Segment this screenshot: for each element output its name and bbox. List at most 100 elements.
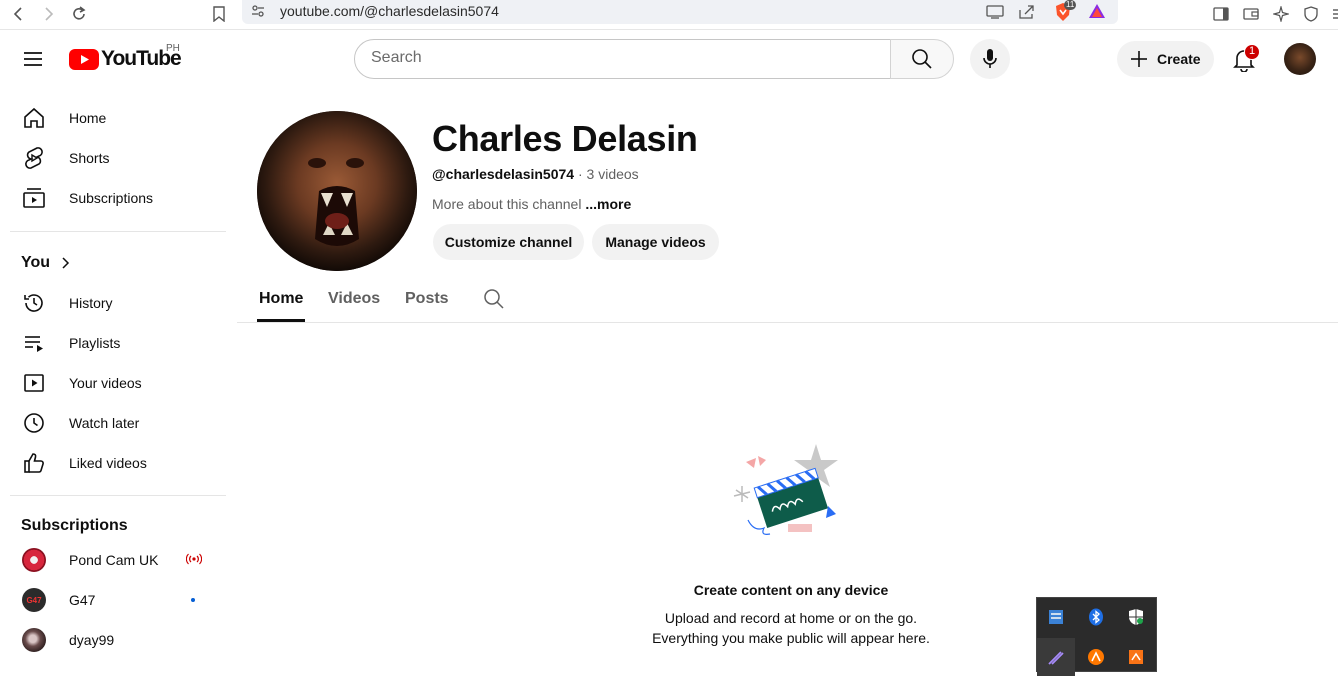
channel-meta: @charlesdelasin5074 · 3 videos xyxy=(432,166,639,182)
create-button-label: Create xyxy=(1157,51,1201,67)
sidebar-item-your-videos[interactable]: Your videos xyxy=(12,363,224,403)
sidebar-item-playlists[interactable]: Playlists xyxy=(12,323,224,363)
reload-icon[interactable] xyxy=(68,3,90,25)
sidebar-item-label: Your videos xyxy=(69,375,142,391)
clapperboard-illustration xyxy=(728,440,854,540)
brave-shields-icon[interactable]: 11 xyxy=(1054,0,1077,22)
youtube-logo[interactable]: YouTube PH xyxy=(69,43,182,71)
empty-state-title: Create content on any device xyxy=(693,582,889,598)
about-text: More about this channel xyxy=(432,196,582,212)
sidebar-you-link[interactable]: You xyxy=(12,243,224,283)
manage-videos-button[interactable]: Manage videos xyxy=(592,224,719,260)
system-tray-overflow xyxy=(1036,597,1157,676)
subscription-label: dyay99 xyxy=(69,632,115,648)
empty-state-line2: Everything you make public will appear h… xyxy=(652,630,930,646)
sidebar-item-label: History xyxy=(69,295,113,311)
video-count: 3 videos xyxy=(586,166,639,182)
subscription-item-g47[interactable]: G47 G47 xyxy=(12,580,224,620)
bookmark-icon[interactable] xyxy=(208,3,230,25)
sidebar-item-label: Watch later xyxy=(69,415,140,431)
tab-home[interactable]: Home xyxy=(259,290,303,308)
wallet-icon[interactable] xyxy=(1240,3,1262,25)
customize-channel-button[interactable]: Customize channel xyxy=(433,224,584,260)
sidebar-item-label: Liked videos xyxy=(69,455,147,471)
search-icon xyxy=(484,289,504,309)
back-icon[interactable] xyxy=(8,3,30,25)
cast-icon[interactable] xyxy=(986,4,1004,20)
subscription-label: Pond Cam UK xyxy=(69,552,159,568)
bluetooth-tray-icon[interactable] xyxy=(1077,598,1115,636)
vpn-icon[interactable] xyxy=(1300,3,1322,25)
sidebar-item-history[interactable]: History xyxy=(12,283,224,323)
address-bar[interactable]: youtube.com/@charlesdelasin5074 11 xyxy=(242,0,1118,24)
sidebar-item-watch-later[interactable]: Watch later xyxy=(12,403,224,443)
subscriptions-icon xyxy=(22,186,46,210)
sidebar-toggle-icon[interactable] xyxy=(1210,3,1232,25)
subscription-label: G47 xyxy=(69,592,96,608)
network-tray-icon[interactable] xyxy=(1037,598,1075,636)
you-heading: You xyxy=(21,254,51,271)
guide-sidebar: Home Shorts Subscriptions You History Pl… xyxy=(0,88,236,672)
sidebar-item-subscriptions[interactable]: Subscriptions xyxy=(12,178,224,218)
browser-toolbar: youtube.com/@charlesdelasin5074 11 xyxy=(0,0,1338,30)
sidebar-item-liked-videos[interactable]: Liked videos xyxy=(12,443,224,483)
liked-videos-icon xyxy=(22,451,46,475)
sidebar-item-label: Shorts xyxy=(69,150,110,166)
channel-avatar xyxy=(22,628,46,652)
shorts-icon xyxy=(22,146,46,170)
meta-separator: · xyxy=(577,166,587,182)
notifications-badge: 1 xyxy=(1244,44,1260,60)
your-videos-icon xyxy=(22,371,46,395)
browser-menu-icon[interactable] xyxy=(1326,3,1338,25)
sidebar-divider xyxy=(10,231,226,232)
region-code: PH xyxy=(166,43,180,54)
more-link[interactable]: ...more xyxy=(585,196,631,212)
sidebar-item-shorts[interactable]: Shorts xyxy=(12,138,224,178)
subscription-item-pond-cam-uk[interactable]: Pond Cam UK xyxy=(12,540,224,580)
sidebar-divider xyxy=(10,495,226,496)
site-settings-icon[interactable] xyxy=(250,3,266,19)
microphone-icon xyxy=(983,49,997,68)
forward-icon[interactable] xyxy=(37,3,59,25)
subscriptions-heading: Subscriptions xyxy=(21,517,128,534)
search-input[interactable] xyxy=(371,49,871,67)
app-tray-icon[interactable] xyxy=(1117,638,1155,676)
voice-search-button[interactable] xyxy=(970,39,1010,79)
plus-icon xyxy=(1131,51,1147,67)
sidebar-item-label: Subscriptions xyxy=(69,190,154,206)
notifications-button[interactable]: 1 xyxy=(1224,40,1264,80)
search-button[interactable] xyxy=(890,39,954,79)
channel-name: Charles Delasin xyxy=(432,118,698,159)
home-icon xyxy=(22,106,46,130)
share-icon[interactable] xyxy=(1018,4,1036,20)
empty-state-line1: Upload and record at home or on the go. xyxy=(664,610,918,626)
watch-later-icon xyxy=(22,411,46,435)
youtube-header: YouTube PH Create 1 xyxy=(0,30,1338,88)
channel-search-button[interactable] xyxy=(483,288,505,310)
pen-tray-icon[interactable] xyxy=(1037,638,1075,676)
search-box[interactable] xyxy=(354,39,892,79)
history-icon xyxy=(22,291,46,315)
url-text: youtube.com/@charlesdelasin5074 xyxy=(280,3,499,19)
sidebar-item-home[interactable]: Home xyxy=(12,98,224,138)
account-avatar[interactable] xyxy=(1284,43,1316,75)
guide-menu-icon[interactable] xyxy=(21,47,45,71)
tabs-divider xyxy=(237,322,1338,323)
sidebar-item-label: Playlists xyxy=(69,335,121,351)
channel-avatar: G47 xyxy=(22,588,46,612)
leo-ai-icon[interactable] xyxy=(1270,3,1292,25)
playlists-icon xyxy=(22,331,46,355)
channel-about-link[interactable]: More about this channel ...more xyxy=(432,196,631,212)
channel-handle: @charlesdelasin5074 xyxy=(432,166,575,182)
brave-rewards-icon[interactable] xyxy=(1088,3,1106,19)
create-button[interactable]: Create xyxy=(1117,41,1214,77)
subscription-item-dyay99[interactable]: dyay99 xyxy=(12,620,224,660)
channel-avatar[interactable] xyxy=(257,111,417,271)
security-tray-icon[interactable] xyxy=(1117,598,1155,636)
brave-shields-count: 11 xyxy=(1064,0,1077,10)
chevron-right-icon xyxy=(62,257,70,269)
tab-videos[interactable]: Videos xyxy=(328,290,380,308)
channel-avatar xyxy=(22,548,46,572)
avast-tray-icon[interactable] xyxy=(1077,638,1115,676)
tab-posts[interactable]: Posts xyxy=(405,290,449,308)
